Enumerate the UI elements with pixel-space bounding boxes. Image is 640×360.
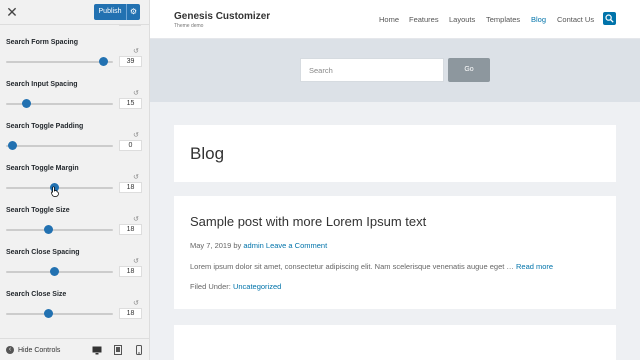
page-title: Blog xyxy=(190,144,225,163)
slider-thumb[interactable] xyxy=(98,57,108,66)
control-label: Search Form Spacing xyxy=(6,39,78,46)
slider-track[interactable] xyxy=(6,145,113,147)
mobile-preview-icon[interactable] xyxy=(133,344,145,356)
post-meta: May 7, 2019 by admin Leave a Comment xyxy=(190,241,327,250)
post-card: Sample post with more Lorem Ipsum text M… xyxy=(174,196,616,309)
number-input[interactable]: 18 xyxy=(119,308,142,319)
search-toggle-button[interactable] xyxy=(603,12,616,25)
slider-thumb[interactable] xyxy=(44,225,54,234)
nav-item-home[interactable]: Home xyxy=(379,15,399,24)
publish-group: Publish ⚙ xyxy=(94,4,140,20)
nav-item-features[interactable]: Features xyxy=(409,15,439,24)
read-more-link[interactable]: Read more xyxy=(516,262,553,271)
category-link[interactable]: Uncategorized xyxy=(233,282,281,291)
sidebar-footer: ‹ Hide Controls xyxy=(0,338,149,360)
control-label: Search Toggle Margin xyxy=(6,165,79,172)
post-by: by xyxy=(231,241,244,250)
number-input[interactable]: 39 xyxy=(119,56,142,67)
control-label: Search Input Spacing xyxy=(6,81,78,88)
nav-item-layouts[interactable]: Layouts xyxy=(449,15,475,24)
number-input[interactable]: 18 xyxy=(119,266,142,277)
slider-thumb[interactable] xyxy=(21,99,31,108)
reset-icon[interactable]: ↺ xyxy=(133,90,139,98)
slider-track[interactable] xyxy=(6,187,113,189)
post-date: May 7, 2019 xyxy=(190,241,232,250)
site-tagline: Theme demo xyxy=(174,23,204,29)
gear-icon[interactable]: ⚙ xyxy=(126,4,140,20)
site-title[interactable]: Genesis Customizer xyxy=(174,11,270,22)
hand-cursor-icon xyxy=(51,186,59,197)
slider-track[interactable] xyxy=(6,271,113,273)
comments-link[interactable]: Leave a Comment xyxy=(266,241,327,250)
control-search-close-spacing: Search Close Spacing ↺ 18 xyxy=(0,249,149,291)
slider-track[interactable] xyxy=(6,61,113,63)
nav-item-templates[interactable]: Templates xyxy=(486,15,520,24)
control-search-form-spacing: Search Form Spacing ↺ 39 xyxy=(0,39,149,81)
slider-thumb[interactable] xyxy=(44,309,54,318)
control-search-input-spacing: Search Input Spacing ↺ 15 xyxy=(0,81,149,123)
post-excerpt: Lorem ipsum dolor sit amet, consectetur … xyxy=(190,262,553,271)
slider-thumb[interactable] xyxy=(49,267,59,276)
control-search-toggle-size: Search Toggle Size ↺ 18 xyxy=(0,207,149,249)
reset-icon[interactable]: ↺ xyxy=(133,258,139,266)
search-go-button[interactable]: Go xyxy=(448,58,490,82)
slider-track[interactable] xyxy=(6,229,113,231)
customizer-sidebar: 300 ✕ Publish ⚙ Search Form Spacing ↺ 39… xyxy=(0,0,150,360)
slider-track[interactable] xyxy=(6,313,113,315)
number-input[interactable]: 18 xyxy=(119,224,142,235)
control-label: Search Toggle Padding xyxy=(6,123,84,130)
reset-icon[interactable]: ↺ xyxy=(133,300,139,308)
reset-icon[interactable]: ↺ xyxy=(133,174,139,182)
site-header: Genesis Customizer Theme demo Home Featu… xyxy=(150,0,640,39)
search-icon xyxy=(605,14,614,23)
desktop-preview-icon[interactable] xyxy=(91,344,103,356)
control-label: Search Close Spacing xyxy=(6,249,80,256)
archive-header-card: Blog xyxy=(174,125,616,182)
nav-item-contact-us[interactable]: Contact Us xyxy=(557,15,594,24)
control-label: Search Toggle Size xyxy=(6,207,70,214)
publish-button[interactable]: Publish xyxy=(94,4,126,20)
reset-icon[interactable]: ↺ xyxy=(133,48,139,56)
collapse-icon: ‹ xyxy=(6,346,14,354)
header-divider xyxy=(0,24,149,25)
control-search-toggle-padding: Search Toggle Padding ↺ 0 xyxy=(0,123,149,165)
slider-thumb[interactable] xyxy=(7,141,17,150)
search-bar-section: Search Go xyxy=(150,39,640,102)
hide-controls-button[interactable]: ‹ Hide Controls xyxy=(6,344,60,356)
reset-icon[interactable]: ↺ xyxy=(133,132,139,140)
close-icon[interactable]: ✕ xyxy=(4,4,20,20)
tablet-preview-icon[interactable] xyxy=(112,344,124,356)
excerpt-text: Lorem ipsum dolor sit amet, consectetur … xyxy=(190,262,516,271)
post-author-link[interactable]: admin xyxy=(243,241,263,250)
number-input[interactable]: 18 xyxy=(119,182,142,193)
hide-controls-label: Hide Controls xyxy=(18,346,61,354)
search-input[interactable]: Search xyxy=(300,58,444,82)
next-post-card xyxy=(174,325,616,360)
nav-item-blog[interactable]: Blog xyxy=(531,15,546,24)
post-title[interactable]: Sample post with more Lorem Ipsum text xyxy=(190,214,426,229)
number-input[interactable]: 0 xyxy=(119,140,142,151)
control-search-close-size: Search Close Size ↺ 18 xyxy=(0,291,149,333)
number-input[interactable]: 15 xyxy=(119,98,142,109)
control-label: Search Close Size xyxy=(6,291,67,298)
control-search-toggle-margin: Search Toggle Margin ↺ 18 xyxy=(0,165,149,207)
sidebar-header: ✕ Publish ⚙ xyxy=(0,0,149,24)
site-preview: Genesis Customizer Theme demo Home Featu… xyxy=(150,0,640,360)
filed-under-label: Filed Under: xyxy=(190,282,233,291)
post-categories: Filed Under: Uncategorized xyxy=(190,282,281,291)
reset-icon[interactable]: ↺ xyxy=(133,216,139,224)
